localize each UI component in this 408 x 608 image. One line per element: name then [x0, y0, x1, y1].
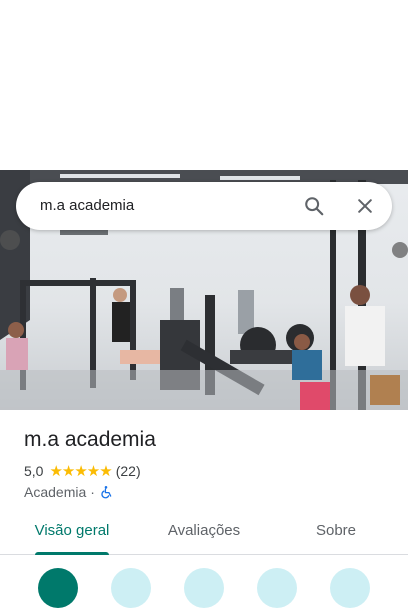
- rating-value: 5,0: [24, 463, 44, 479]
- tab-sobre[interactable]: Sobre: [306, 510, 366, 554]
- star-rating: ★★★★★: [49, 463, 112, 480]
- search-icon[interactable]: [298, 190, 330, 222]
- directions-button[interactable]: [38, 568, 78, 608]
- review-count[interactable]: (22): [116, 463, 141, 479]
- save-button[interactable]: [257, 568, 297, 608]
- separator-dot: ·: [90, 484, 95, 500]
- rating-row[interactable]: 5,0 ★★★★★ (22): [24, 462, 141, 480]
- search-input[interactable]: m.a academia: [40, 197, 134, 214]
- tab-avaliacoes[interactable]: Avaliações: [160, 510, 248, 554]
- share-button[interactable]: [330, 568, 370, 608]
- tab-visao-geral[interactable]: Visão geral: [30, 510, 114, 554]
- start-button[interactable]: [111, 568, 151, 608]
- call-button[interactable]: [184, 568, 224, 608]
- active-tab-indicator: [35, 552, 109, 555]
- place-title: m.a academia: [24, 428, 156, 451]
- close-icon[interactable]: [349, 190, 381, 222]
- category-label: Academia: [24, 484, 87, 500]
- tab-bar: Visão geral Avaliações Sobre: [0, 510, 408, 555]
- wheelchair-icon: [99, 485, 113, 499]
- category-row: Academia ·: [24, 483, 113, 501]
- search-bar[interactable]: m.a academia: [16, 182, 392, 230]
